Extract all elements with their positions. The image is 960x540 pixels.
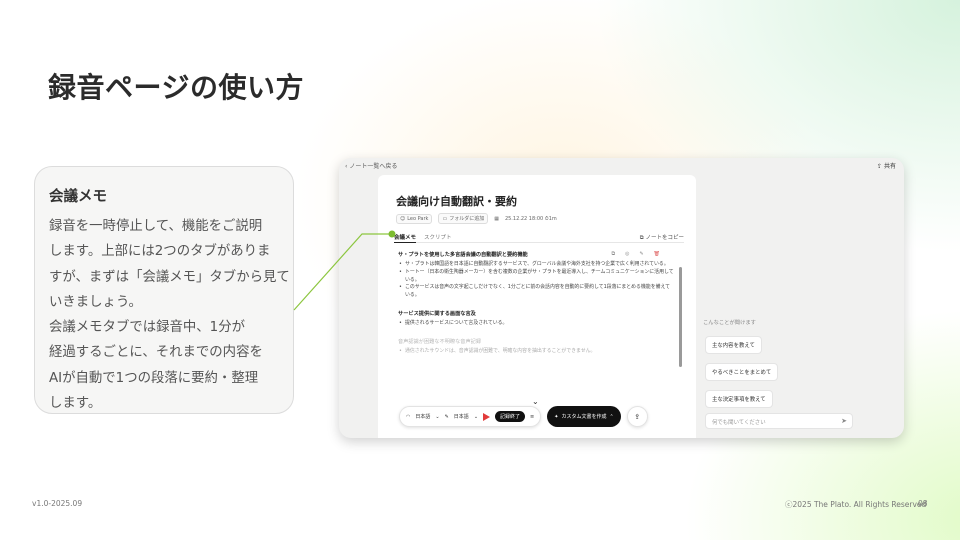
copyright: ⓒ2025 The Plato. All Rights Reserved (785, 500, 927, 509)
page-number: 08 (918, 499, 928, 508)
chevron-down-icon: ⌄ (473, 413, 479, 420)
ai-chat-panel: こんなことが聞けます 主な内容を教えて やるべきことをまとめて 主な決定事項を教… (699, 318, 899, 438)
memo-bullet: このサービスは音声の文字起こしだけでなく、1分ごとに前の会話内容を自動的に要約し… (398, 284, 674, 300)
folder-label: フォルダに追加 (449, 216, 485, 222)
explanation-heading: 会議メモ (49, 189, 107, 205)
note-datetime: 25.12.22 18:00 ⏱1m (504, 215, 557, 222)
memo-section-title: サービス提供に関する画面な言及 (398, 310, 476, 317)
translate-icon: ✎ (444, 413, 449, 420)
memo-section: サービス提供に関する画面な言及 提供されるサービスについて言及されている。 (398, 310, 674, 328)
note-title: 会議向け自動翻訳・要約 (396, 195, 517, 208)
chat-hint: こんなことが聞けます (703, 320, 756, 326)
version-label: v1.0-2025.09 (32, 499, 83, 508)
tab-script[interactable]: スクリプト (424, 233, 452, 241)
explanation-card: 会議メモ 録音を一時停止して、機能をご説明 します。上部には2つのタブがありま … (34, 166, 294, 414)
explanation-line: します。上部には2つのタブがありま (49, 244, 271, 260)
suggestion-chip[interactable]: 主な内容を教えて (705, 336, 762, 354)
memo-bullet: 通信されたサウンドは、音声認識が困難で、明確な内容を抽出することができません。 (398, 348, 674, 356)
send-icon[interactable]: ➤ (841, 417, 847, 425)
memo-actions: ⧉ ◎ ✎ 🗑 (611, 251, 660, 257)
copy-icon: ⧉ (639, 235, 644, 241)
memo-section-title: 音声認識が困難な不明瞭な音声記録 (398, 338, 482, 345)
chat-input-placeholder: 何でも聞いてください (712, 420, 766, 426)
app-topbar: ‹ ノート一覧へ戻る ⇪ 共有 (339, 158, 904, 174)
play-icon[interactable] (483, 412, 491, 421)
suggestion-chip[interactable]: やるべきことをまとめて (705, 363, 779, 381)
tab-meeting-memo[interactable]: 会議メモ (394, 233, 417, 243)
memo-scrollbar[interactable] (679, 267, 682, 367)
calendar-icon: ▦ (494, 215, 499, 222)
back-link-label: ノート一覧へ戻る (349, 163, 398, 170)
share-icon: ⇪ (877, 163, 883, 170)
copy-note-button[interactable]: ⧉ ノートをコピー (640, 233, 684, 242)
sparkle-icon: ✦ (554, 413, 559, 420)
copy-note-label: ノートをコピー (645, 235, 684, 241)
memo-bullet: トートー（日本の衛生陶器メーカー）を含む複数の企業がサ・プラトを最近導入し、チー… (398, 269, 674, 285)
slide-title: 録音ページの使い方 (48, 71, 304, 104)
share-label: 共有 (883, 163, 896, 170)
edit-icon[interactable]: ✎ (639, 251, 643, 257)
memo-bullet: 提供されるサービスについて言及されている。 (398, 320, 674, 328)
suggestion-chip[interactable]: 主な決定事項を教えて (705, 390, 773, 408)
explanation-line: 経過するごとに、それまでの内容を (49, 345, 263, 361)
upload-icon: ⇪ (634, 412, 641, 421)
memo-bullet: サ・プラトは韓国語を日本語に自動翻訳するサービスで、グローバル会議や海外支社を持… (398, 261, 674, 269)
explanation-line: すが、まずは「会議メモ」タブから見て (49, 269, 290, 285)
recording-pill: ◠ 日本語 ⌄ ✎ 日本語 ⌄ 記録終了 ≡ (399, 406, 542, 427)
folder-icon: ▭ (442, 215, 448, 222)
copy-icon[interactable]: ⧉ (611, 251, 615, 257)
owner-name: Leo Park (407, 215, 429, 222)
chevron-down-icon: ⌄ (435, 413, 440, 420)
back-to-list-link[interactable]: ‹ ノート一覧へ戻る (345, 161, 397, 170)
custom-document-button[interactable]: ✦ カスタム文書を作成 ⌃ (547, 406, 621, 427)
explanation-line: 録音を一時停止して、機能をご説明 (49, 219, 263, 234)
note-meta: ☺ Leo Park ▭ フォルダに追加 ▦ 25.12.22 18:00 ⏱1… (396, 213, 557, 224)
app-screenshot-window: ‹ ノート一覧へ戻る ⇪ 共有 会議向け自動翻訳・要約 ☺ Leo Park ▭… (339, 158, 904, 438)
owner-chip[interactable]: ☺ Leo Park (396, 213, 433, 224)
share-button[interactable]: ⇪ 共有 (877, 161, 896, 170)
chevron-up-icon: ⌃ (609, 413, 614, 420)
chevron-left-icon: ‹ (345, 163, 348, 170)
source-language-select[interactable]: 日本語 (415, 413, 430, 420)
recording-control-bar: ◠ 日本語 ⌄ ✎ 日本語 ⌄ 記録終了 ≡ ✦ カスタム文書を作成 ⌃ ⇪ (399, 405, 673, 428)
note-tabs: 会議メモ スクリプト ⧉ ノートをコピー (394, 231, 684, 243)
custom-document-label: カスタム文書を作成 (561, 414, 607, 420)
memo-section: 音声認識が困難な不明瞭な音声記録 通信されたサウンドは、音声認識が困難で、明確な… (398, 338, 674, 356)
explanation-line: AIが自動で1つの段落に要約・整理 (49, 370, 259, 386)
view-icon[interactable]: ◎ (625, 251, 629, 257)
delete-icon[interactable]: 🗑 (654, 251, 660, 257)
headphones-icon: ◠ (406, 413, 411, 420)
explanation-line: いきましょう。 (49, 294, 142, 310)
end-recording-button[interactable]: 記録終了 (495, 411, 526, 422)
note-panel: 会議向け自動翻訳・要約 ☺ Leo Park ▭ フォルダに追加 ▦ 25.12… (378, 175, 696, 438)
chat-input[interactable]: 何でも聞いてください ➤ (705, 413, 853, 429)
explanation-line: 会議メモタブでは録音中、1分が (49, 320, 245, 336)
menu-icon[interactable]: ≡ (530, 414, 534, 420)
explanation-line: します。 (49, 396, 102, 412)
user-icon: ☺ (400, 215, 406, 222)
upload-button[interactable]: ⇪ (626, 406, 648, 427)
memo-section: サ・プラトを使用した多言語会議の自動翻訳と要約機能 サ・プラトは韓国語を日本語に… (398, 251, 674, 300)
target-language-select[interactable]: 日本語 (454, 413, 469, 420)
folder-chip[interactable]: ▭ フォルダに追加 (438, 213, 489, 224)
